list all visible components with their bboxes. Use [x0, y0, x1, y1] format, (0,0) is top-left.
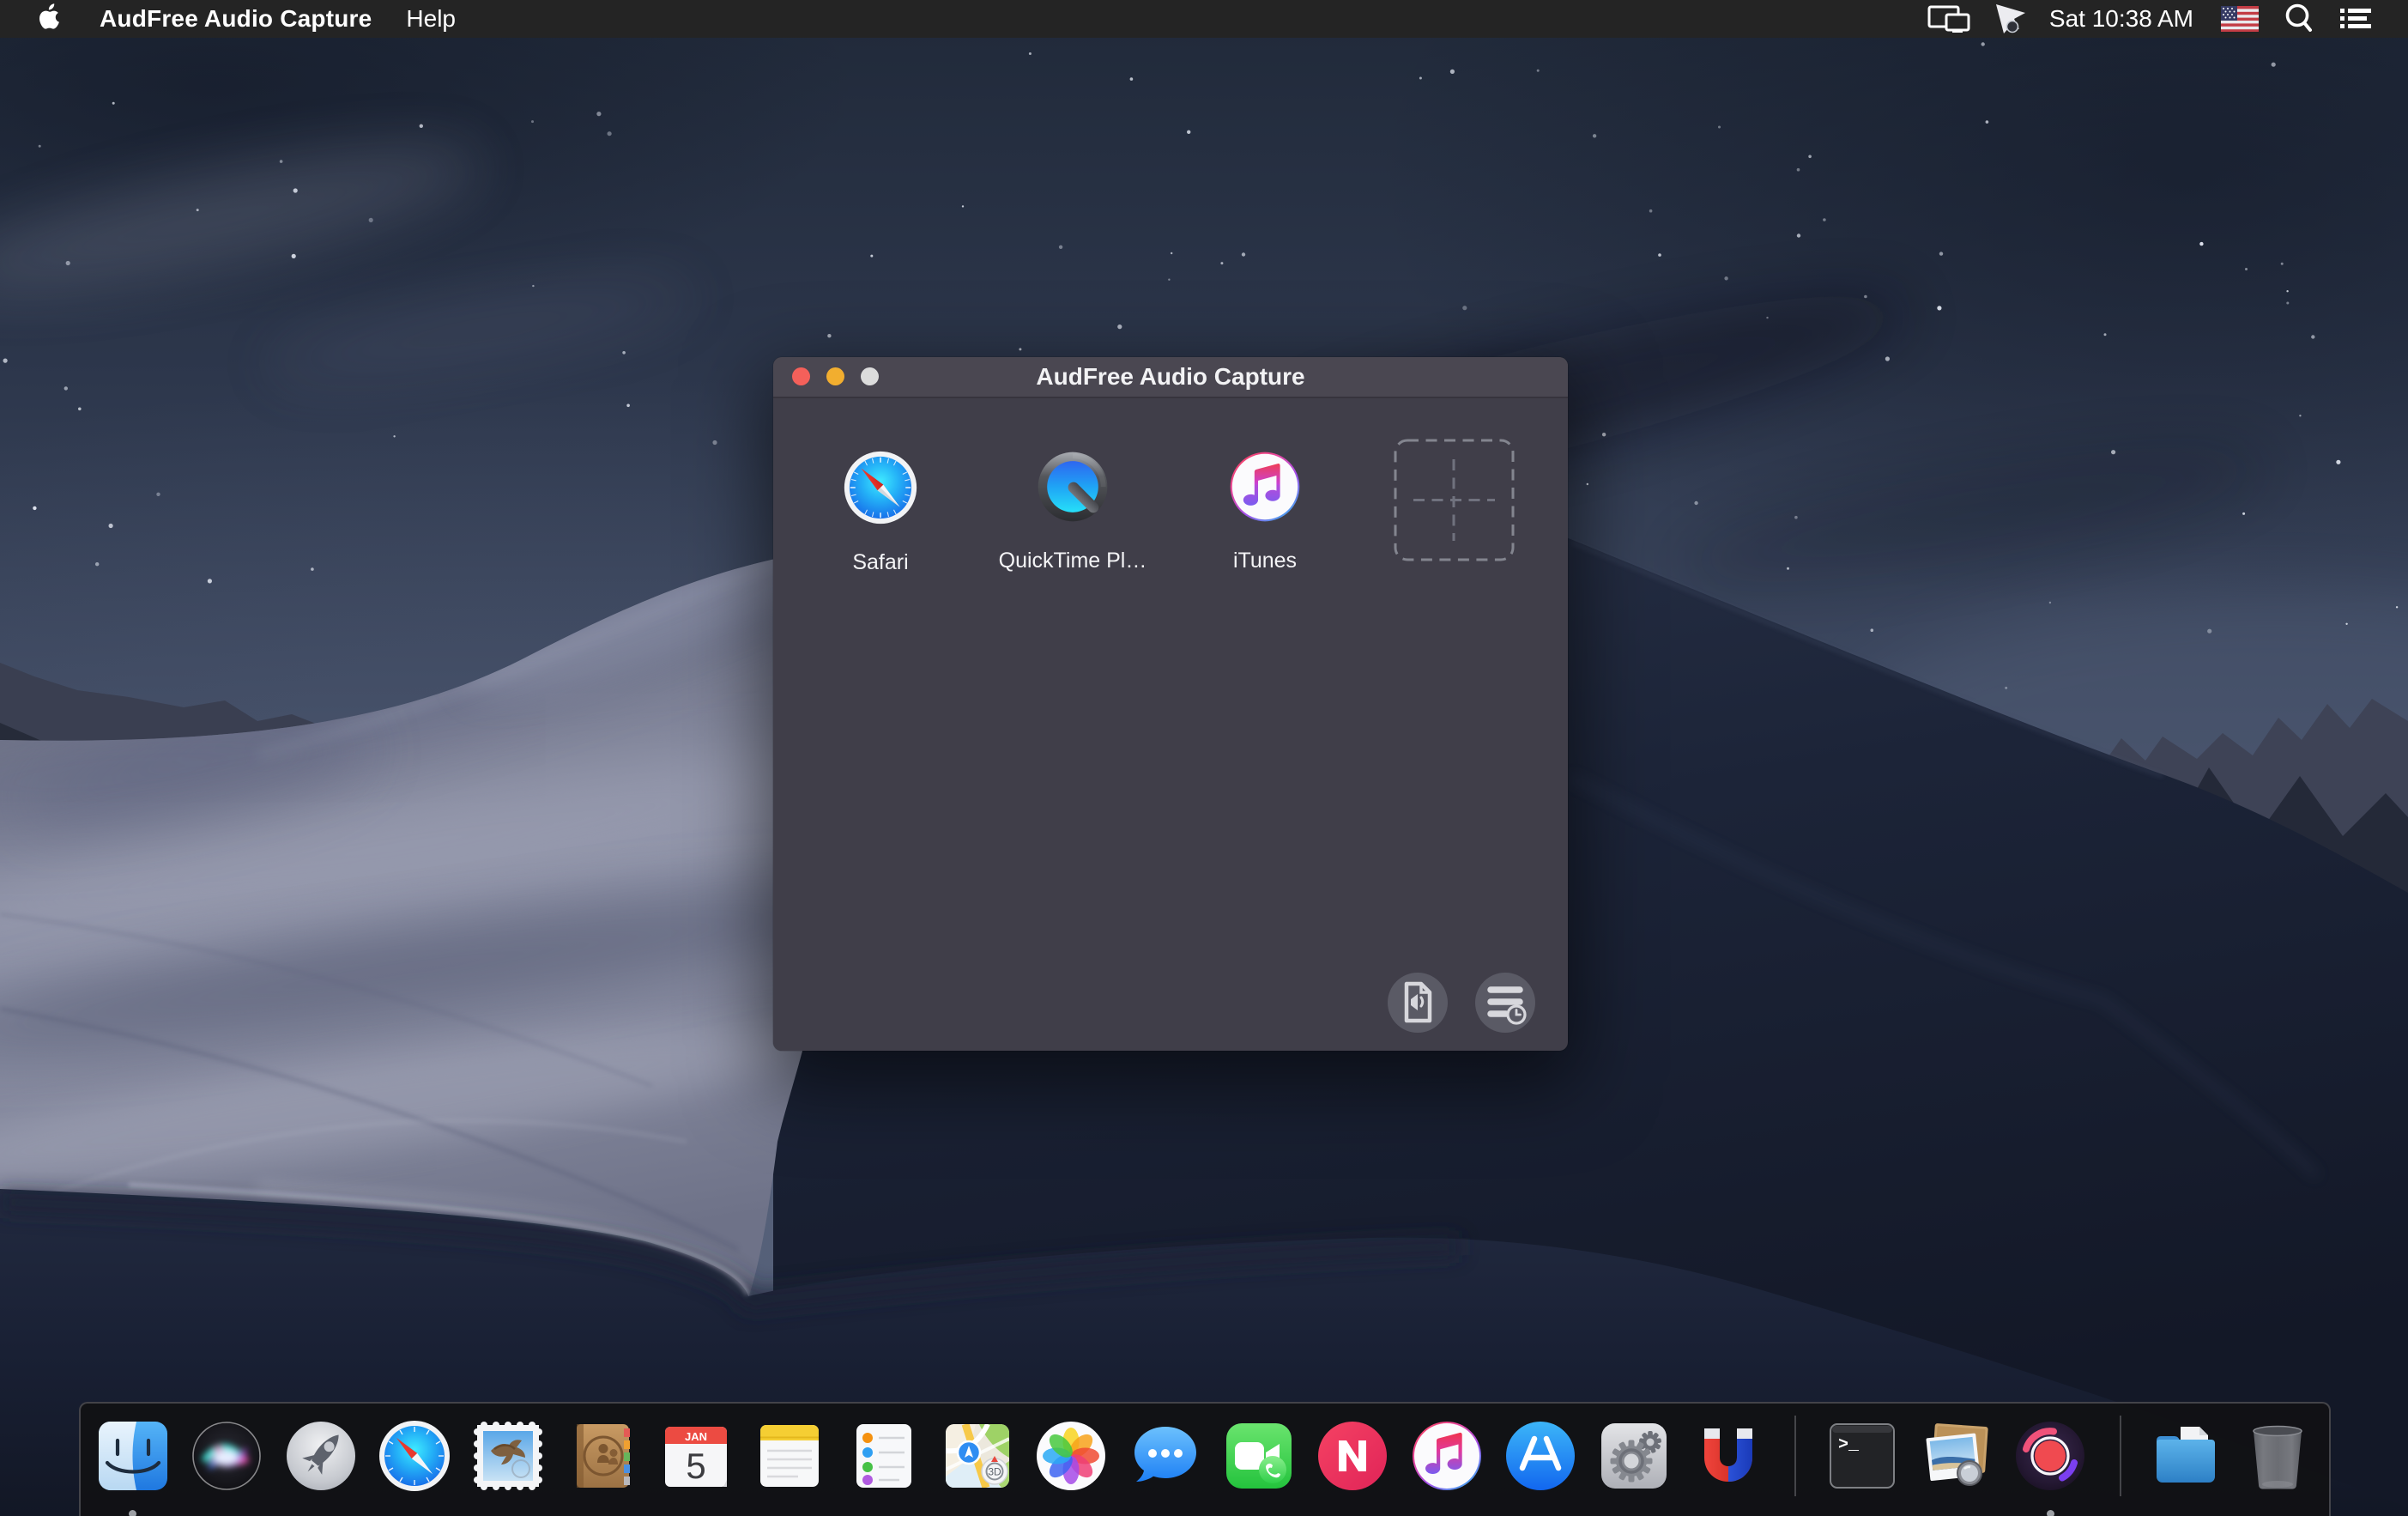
svg-text:3D: 3D — [988, 1466, 1001, 1478]
svg-text:5: 5 — [686, 1446, 705, 1486]
svg-text:JAN: JAN — [685, 1430, 707, 1443]
svg-text:>_: >_ — [1838, 1435, 1860, 1455]
